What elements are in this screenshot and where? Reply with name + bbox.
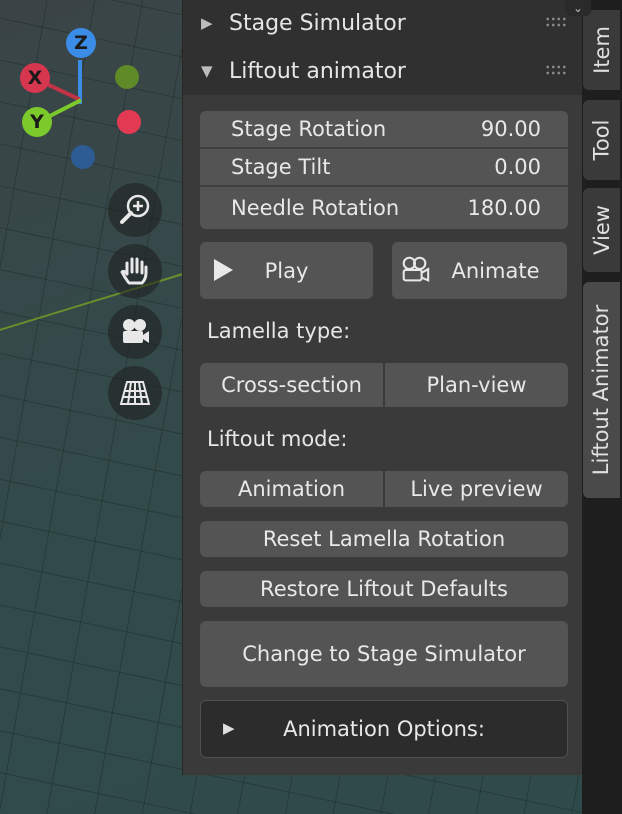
- restore-liftout-defaults-label: Restore Liftout Defaults: [260, 577, 508, 601]
- cross-section-option[interactable]: Cross-section: [200, 363, 383, 407]
- collapsed-triangle-icon: ▶: [201, 14, 213, 32]
- tab-tool[interactable]: Tool: [583, 100, 620, 180]
- hand-pan-icon: [120, 257, 148, 285]
- change-to-stage-simulator-label: Change to Stage Simulator: [242, 642, 526, 666]
- gizmo-x-handle[interactable]: X: [20, 63, 50, 93]
- gizmo-x-label: X: [27, 67, 43, 89]
- stage-rotation-label: Stage Rotation: [231, 117, 387, 141]
- lamella-type-selector: Cross-section Plan-view: [200, 363, 568, 407]
- gizmo-z-label: Z: [74, 32, 88, 54]
- tab-item[interactable]: Item: [583, 10, 620, 90]
- tab-tool-label: Tool: [589, 119, 614, 161]
- zoom-button[interactable]: [108, 183, 162, 237]
- gizmo-neg-x-handle[interactable]: [117, 110, 141, 134]
- drag-grip-icon[interactable]: [545, 64, 567, 76]
- stage-tilt-field[interactable]: Stage Tilt 0.00: [200, 149, 568, 187]
- plan-view-option[interactable]: Plan-view: [383, 363, 568, 407]
- animation-mode-option[interactable]: Animation: [200, 471, 383, 507]
- gizmo-z-handle[interactable]: Z: [66, 28, 96, 58]
- gizmo-y-handle[interactable]: Y: [22, 107, 52, 137]
- lamella-type-label: Lamella type:: [207, 319, 351, 343]
- sidebar-tabs: Item Tool View Liftout Animator: [582, 0, 622, 814]
- zoom-icon: [120, 194, 150, 224]
- animate-label: Animate: [451, 258, 540, 283]
- reset-lamella-rotation-label: Reset Lamella Rotation: [262, 527, 506, 551]
- liftout-mode-label: Liftout mode:: [207, 427, 348, 451]
- gizmo-neg-y-handle[interactable]: [115, 65, 139, 89]
- stage-simulator-header[interactable]: ▶ Stage Simulator: [183, 0, 583, 46]
- y-axis-line: [0, 267, 201, 337]
- tab-liftout-animator-label: Liftout Animator: [589, 304, 614, 476]
- camera-icon: [402, 256, 430, 282]
- play-label: Play: [264, 258, 309, 283]
- expanded-triangle-icon: ▼: [201, 62, 213, 80]
- rotation-fields: Stage Rotation 90.00 Stage Tilt 0.00 Nee…: [200, 111, 568, 229]
- chevron-down-icon[interactable]: ⌄: [565, 0, 591, 16]
- sidebar-panel: ▶ Stage Simulator ▼ Liftout animator Sta…: [182, 0, 583, 775]
- tab-view-label: View: [589, 205, 614, 255]
- stage-rotation-field[interactable]: Stage Rotation 90.00: [200, 111, 568, 149]
- stage-tilt-value: 0.00: [494, 155, 541, 179]
- liftout-mode-selector: Animation Live preview: [200, 471, 568, 507]
- play-icon: [214, 259, 233, 281]
- stage-simulator-title: Stage Simulator: [229, 10, 406, 36]
- play-button[interactable]: Play: [200, 242, 373, 299]
- perspective-toggle-button[interactable]: [108, 366, 162, 420]
- gizmo-neg-z-handle[interactable]: [71, 145, 95, 169]
- pan-button[interactable]: [108, 244, 162, 298]
- liftout-animator-header[interactable]: ▼ Liftout animator: [183, 48, 583, 94]
- change-to-stage-simulator-button[interactable]: Change to Stage Simulator: [200, 621, 568, 687]
- tab-item-label: Item: [589, 26, 614, 74]
- animate-button[interactable]: Animate: [392, 242, 567, 299]
- grid-perspective-icon: [119, 381, 151, 405]
- animation-options-label: Animation Options:: [283, 717, 485, 741]
- animation-options-subpanel[interactable]: ▶ Animation Options:: [200, 700, 568, 758]
- live-preview-label: Live preview: [410, 477, 543, 501]
- animation-mode-label: Animation: [237, 477, 346, 501]
- needle-rotation-field[interactable]: Needle Rotation 180.00: [200, 187, 568, 229]
- live-preview-option[interactable]: Live preview: [383, 471, 568, 507]
- gizmo-y-label: Y: [30, 111, 44, 133]
- tab-liftout-animator[interactable]: Liftout Animator: [583, 282, 620, 498]
- liftout-animator-title: Liftout animator: [229, 58, 406, 84]
- needle-rotation-label: Needle Rotation: [231, 196, 400, 220]
- stage-tilt-label: Stage Tilt: [231, 155, 331, 179]
- drag-grip-icon[interactable]: [545, 16, 567, 28]
- restore-liftout-defaults-button[interactable]: Restore Liftout Defaults: [200, 571, 568, 607]
- liftout-animator-body: Stage Rotation 90.00 Stage Tilt 0.00 Nee…: [183, 95, 583, 775]
- tab-view[interactable]: View: [583, 188, 620, 272]
- reset-lamella-rotation-button[interactable]: Reset Lamella Rotation: [200, 521, 568, 557]
- cross-section-label: Cross-section: [221, 373, 362, 397]
- needle-rotation-value: 180.00: [467, 196, 541, 220]
- stage-rotation-value: 90.00: [480, 117, 541, 141]
- camera-view-button[interactable]: [108, 305, 162, 359]
- plan-view-label: Plan-view: [426, 373, 527, 397]
- camera-icon: [123, 319, 149, 343]
- collapsed-triangle-icon: ▶: [223, 719, 235, 737]
